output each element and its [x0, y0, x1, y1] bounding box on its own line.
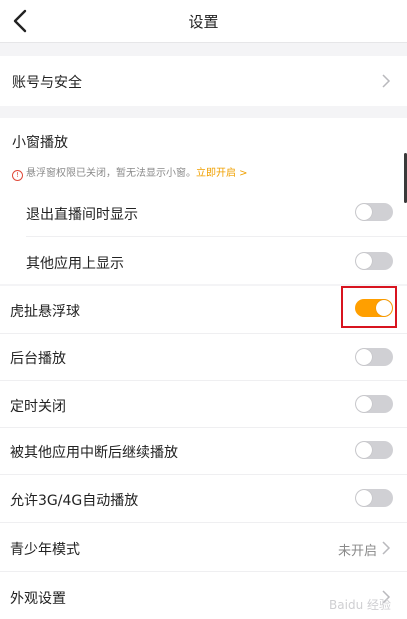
divider: [0, 474, 407, 475]
mini-window-title: 小窗播放: [12, 135, 68, 151]
account-security-row[interactable]: 账号与安全: [0, 56, 407, 106]
warning-text: 悬浮窗权限已关闭，暂无法显示小窗。: [26, 168, 196, 179]
toggle-knob: [356, 490, 372, 506]
other-apps-display-toggle[interactable]: [355, 252, 393, 270]
top-bar: 设置: [0, 0, 407, 43]
divider: [0, 380, 407, 381]
warning-icon: !: [12, 170, 23, 181]
resume-after-interrupt-label: 被其他应用中断后继续播放: [10, 445, 178, 461]
resume-after-interrupt-toggle[interactable]: [355, 441, 393, 459]
mobile-autoplay-label: 允许3G/4G自动播放: [10, 493, 139, 509]
mini-window-item-label: 退出直播间时显示: [26, 207, 138, 223]
mobile-autoplay-toggle[interactable]: [355, 489, 393, 507]
toggle-knob: [356, 349, 372, 365]
teen-mode-row[interactable]: 青少年模式 未开启: [0, 523, 407, 571]
toggle-knob: [356, 442, 372, 458]
timer-close-label: 定时关闭: [10, 399, 66, 415]
divider: [0, 427, 407, 428]
chevron-right-icon: [382, 541, 391, 555]
toggle-knob: [356, 204, 372, 220]
chevron-right-icon: [382, 74, 391, 88]
divider: [0, 333, 407, 334]
highlight-box: [341, 286, 397, 328]
page-title: 设置: [188, 13, 219, 31]
overlay-permission-warning: ! 悬浮窗权限已关闭，暂无法显示小窗。立即开启 >: [12, 164, 248, 181]
float-ball-label: 虎扯悬浮球: [10, 304, 80, 320]
timer-close-toggle[interactable]: [355, 395, 393, 413]
toggle-knob: [356, 253, 372, 269]
exit-live-room-toggle[interactable]: [355, 203, 393, 221]
appearance-label: 外观设置: [10, 591, 66, 607]
toggle-knob: [356, 396, 372, 412]
teen-mode-label: 青少年模式: [10, 542, 80, 558]
divider: [26, 236, 407, 237]
background-play-label: 后台播放: [10, 351, 66, 367]
watermark: Baidu 经验: [329, 598, 391, 612]
account-security-label: 账号与安全: [12, 75, 82, 91]
background-play-toggle[interactable]: [355, 348, 393, 366]
teen-mode-value: 未开启: [337, 544, 377, 559]
enable-now-link[interactable]: 立即开启 >: [196, 168, 248, 179]
mini-window-item-label: 其他应用上显示: [26, 256, 124, 272]
